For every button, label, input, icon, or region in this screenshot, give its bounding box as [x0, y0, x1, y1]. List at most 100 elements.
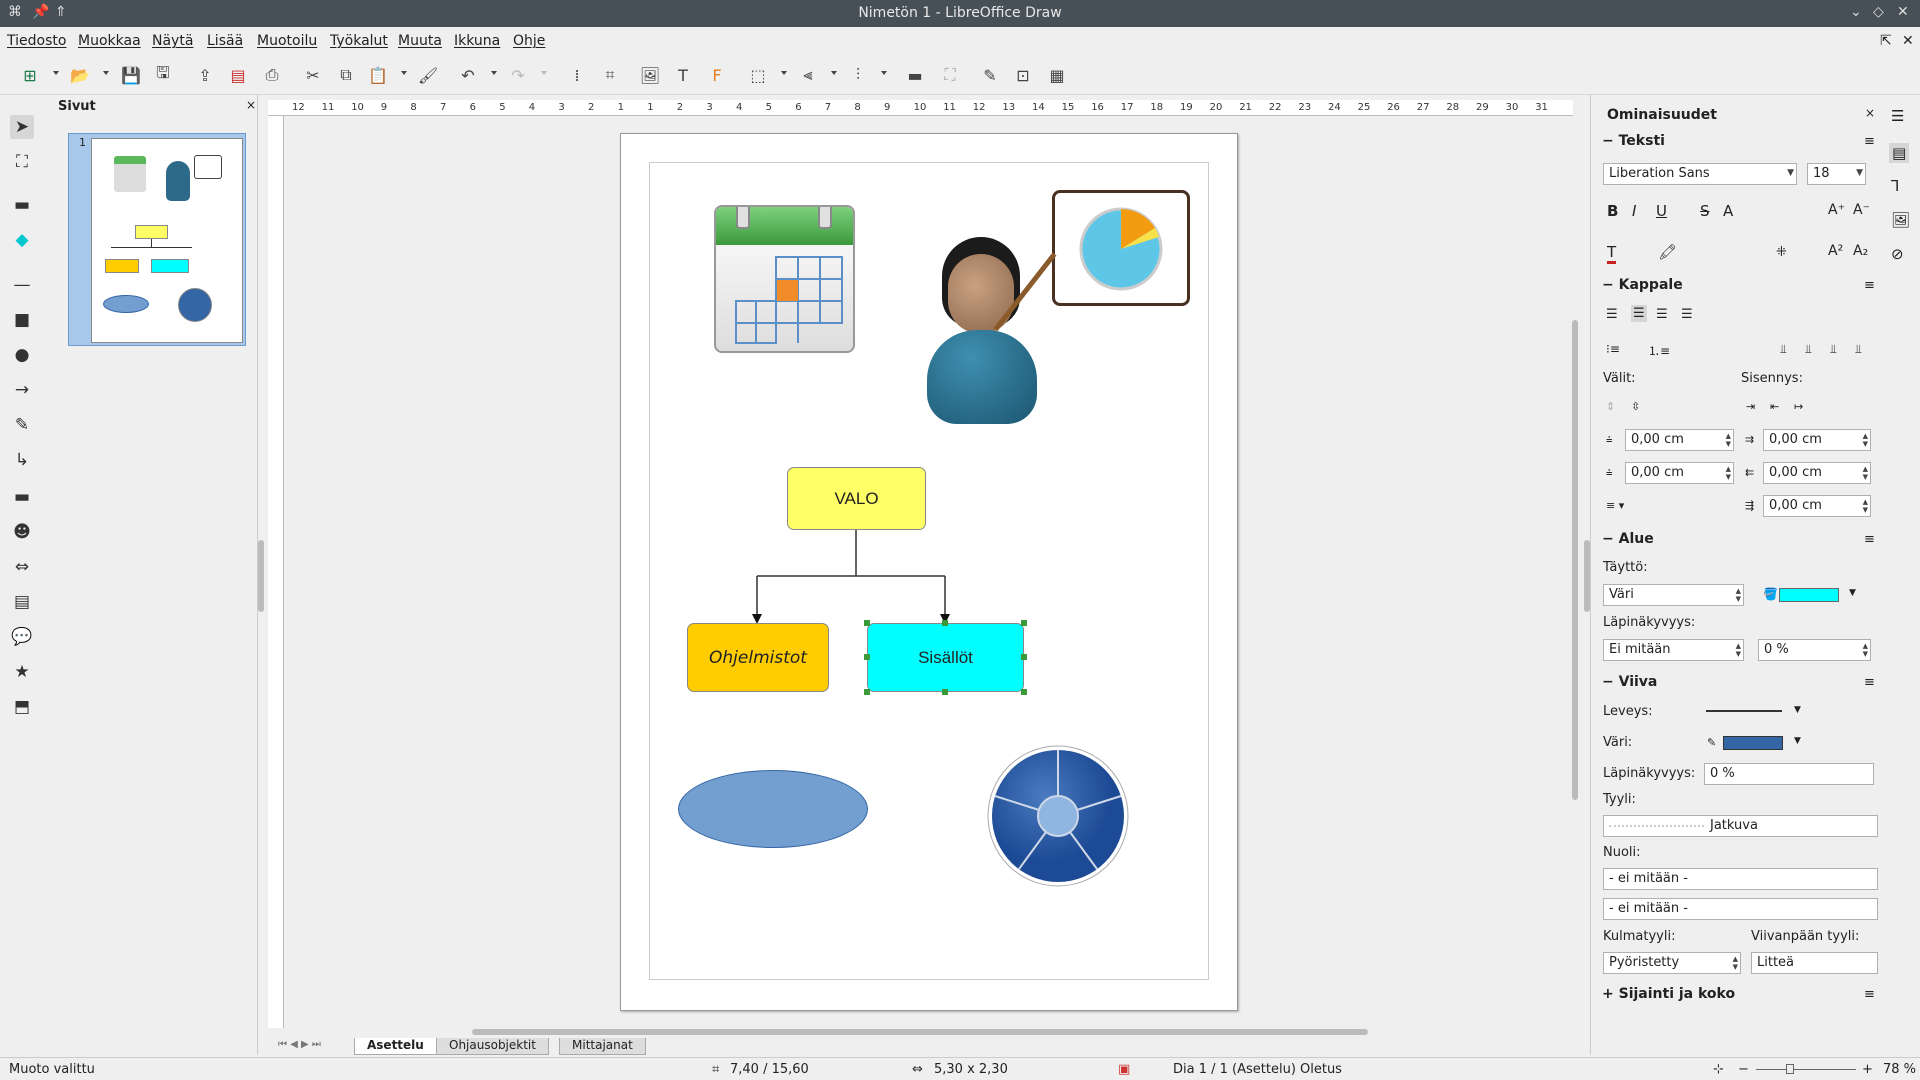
pages-panel-splitter[interactable]	[258, 540, 264, 612]
curves-icon[interactable]: ✎	[10, 413, 34, 437]
rectangle-tool-icon[interactable]: ■	[10, 308, 34, 332]
tab-mittajanat[interactable]: Mittajanat	[559, 1038, 646, 1055]
line-width-dropdown-icon[interactable]: ▼	[1794, 705, 1801, 715]
arrange-dropdown-icon[interactable]	[881, 71, 887, 75]
ellipse-shape[interactable]	[678, 770, 868, 848]
save-icon[interactable]: 💾	[121, 65, 141, 85]
basic-shapes-icon[interactable]: ▬	[10, 485, 34, 509]
section-paragraph-header[interactable]: − Kappale	[1602, 277, 1683, 293]
italic-icon[interactable]: I	[1632, 202, 1636, 220]
cap-style-select[interactable]: Litteä	[1751, 952, 1878, 974]
section-area-header[interactable]: − Alue	[1602, 531, 1654, 547]
export-pdf-icon[interactable]: ▤	[228, 65, 248, 85]
menu-nayta[interactable]: Näytä	[152, 33, 193, 49]
crop-icon[interactable]: ⛶	[940, 65, 960, 85]
ohjelmistot-box[interactable]: Ohjelmistot	[687, 623, 829, 692]
calendar-clipart[interactable]	[714, 205, 855, 353]
corner-style-spin[interactable]: ▲ ▼	[1733, 955, 1738, 971]
align-bottom-icon[interactable]: ⫫	[1830, 342, 1837, 357]
close-document-icon[interactable]: ✕	[1902, 33, 1914, 49]
increase-indent-icon[interactable]: ⇥	[1746, 400, 1755, 413]
fill-type-spin[interactable]: ▲ ▼	[1736, 587, 1741, 603]
page-thumbnail[interactable]: 1	[68, 133, 246, 346]
transparency-spin[interactable]: ▲ ▼	[1736, 642, 1741, 658]
handle-tr[interactable]	[1021, 620, 1027, 626]
menu-muokkaa[interactable]: Muokkaa	[78, 33, 141, 49]
new-document-icon[interactable]: ⊞	[20, 65, 40, 85]
align-right-icon[interactable]: ☰	[1656, 307, 1668, 322]
fill-color-dropdown-icon[interactable]: ▼	[1849, 588, 1856, 598]
line-color-icon[interactable]: ▬	[10, 193, 34, 217]
close-window-icon[interactable]: ✕	[1897, 4, 1909, 20]
line-color-dropdown-icon[interactable]: ▼	[1794, 736, 1801, 746]
connectors-icon[interactable]: ↳	[10, 448, 34, 472]
justify-icon[interactable]: ☰	[1681, 307, 1693, 322]
handle-r[interactable]	[1021, 654, 1027, 660]
undo-icon[interactable]: ↶	[458, 65, 478, 85]
transformations-dropdown-icon[interactable]	[781, 71, 787, 75]
decrease-indent-icon[interactable]: ⇤	[1770, 400, 1779, 413]
navigator-tab-icon[interactable]: ⊘	[1891, 245, 1904, 263]
increase-font-icon[interactable]: A⁺	[1828, 202, 1845, 218]
menu-lisaa[interactable]: Lisää	[207, 33, 243, 49]
properties-tab-icon[interactable]: ▤	[1889, 143, 1910, 163]
tab-asettelu[interactable]: Asettelu	[354, 1038, 437, 1055]
numbering-icon[interactable]: ⒈≡	[1648, 342, 1670, 359]
font-name-dropdown-icon[interactable]: ▼	[1787, 169, 1794, 178]
zoom-in-icon[interactable]: +	[1862, 1062, 1873, 1077]
circle-diagram-clipart[interactable]	[986, 744, 1130, 888]
fill-color-swatch[interactable]	[1779, 588, 1839, 602]
menu-muotoilu[interactable]: Muotoilu	[257, 33, 317, 49]
transparency-select[interactable]: Ei mitään ▲ ▼	[1603, 639, 1744, 661]
document-icon[interactable]: ⇱	[1880, 33, 1892, 49]
block-arrows-icon[interactable]: ⇔	[10, 555, 34, 579]
indent-before-spin[interactable]: ▲ ▼	[1863, 432, 1868, 448]
bullets-icon[interactable]: ⁝≡	[1606, 342, 1620, 356]
text-more-icon[interactable]: ≡	[1864, 134, 1875, 149]
shadow-icon[interactable]: ▬	[905, 65, 925, 85]
spacing-above-spin[interactable]: ▲ ▼	[1726, 432, 1731, 448]
zoom-slider-knob[interactable]	[1786, 1064, 1794, 1074]
arrow-end-select[interactable]: - ei mitään -	[1603, 898, 1878, 920]
spacing-below-field[interactable]: 0,00 cm ▲ ▼	[1625, 462, 1734, 484]
handle-br[interactable]	[1021, 689, 1027, 695]
align-left-icon[interactable]: ☰	[1606, 307, 1618, 322]
spacing-above-field[interactable]: 0,00 cm ▲ ▼	[1625, 429, 1734, 451]
strikethrough-icon[interactable]: S	[1700, 202, 1710, 220]
new-dropdown-icon[interactable]	[53, 71, 59, 75]
grid-icon[interactable]: ⁞	[567, 65, 587, 85]
selection-handles[interactable]	[864, 620, 1027, 695]
open-icon[interactable]: 📂	[70, 65, 90, 85]
fill-color-icon[interactable]: ◆	[10, 228, 34, 252]
line-transparency-field[interactable]: 0 %	[1704, 763, 1874, 785]
character-spacing-icon[interactable]: ⁜	[1776, 245, 1787, 260]
minimize-icon[interactable]: ⌄	[1850, 4, 1862, 20]
align-icon[interactable]: ⫷	[798, 65, 818, 85]
zoom-pan-icon[interactable]: ⛶	[10, 150, 34, 174]
font-size-field[interactable]: 18 ▼	[1807, 163, 1866, 185]
handle-b[interactable]	[942, 689, 948, 695]
presenter-clipart[interactable]	[922, 232, 1062, 424]
fontwork-icon[interactable]: F	[707, 65, 727, 85]
redo-dropdown-icon[interactable]	[541, 71, 547, 75]
underline-icon[interactable]: U	[1656, 202, 1667, 220]
select-icon[interactable]: ➤	[10, 115, 34, 139]
paste-icon[interactable]: 📋	[368, 65, 388, 85]
line-color-swatch[interactable]	[1723, 736, 1783, 750]
copy-icon[interactable]: ⧉	[336, 65, 356, 85]
tab-nav-icon[interactable]: ⏮ ◀ ▶ ⏭	[278, 1039, 321, 1050]
indent-first-spin[interactable]: ▲ ▼	[1863, 498, 1868, 514]
hanging-indent-icon[interactable]: ↦	[1794, 400, 1803, 413]
handle-tl[interactable]	[864, 620, 870, 626]
close-pages-panel-icon[interactable]: ×	[246, 98, 256, 112]
redo-icon[interactable]: ↷	[508, 65, 528, 85]
align-middle-icon[interactable]: ⫫	[1805, 342, 1812, 357]
3d-objects-icon[interactable]: ⬒	[10, 695, 34, 719]
text-direction-icon[interactable]: ⫫	[1855, 342, 1862, 357]
line-width-preview[interactable]	[1706, 710, 1782, 712]
font-color-icon[interactable]: T	[1607, 243, 1617, 264]
subscript-icon[interactable]: A₂	[1853, 243, 1868, 259]
styles-tab-icon[interactable]: Ꞁ	[1891, 177, 1899, 195]
bold-icon[interactable]: B	[1607, 202, 1618, 220]
menu-ikkuna[interactable]: Ikkuna	[454, 33, 500, 49]
